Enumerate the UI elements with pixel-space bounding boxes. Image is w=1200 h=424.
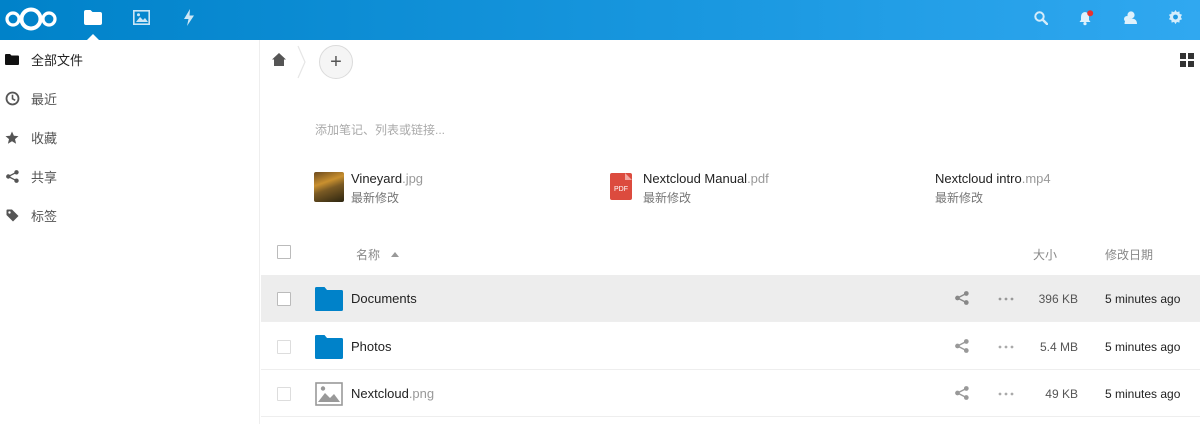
settings-menu-button[interactable]: [1155, 0, 1195, 40]
nav-item-label: 收藏: [31, 131, 58, 146]
rich-workspace-placeholder[interactable]: 添加笔记、列表或链接...: [315, 121, 445, 138]
recent-file-name: Nextcloud intro.mp4: [935, 171, 1051, 186]
activity-icon: [183, 9, 195, 31]
nav-item-tags[interactable]: 标签: [0, 196, 259, 235]
new-file-button[interactable]: +: [319, 45, 353, 79]
top-header: [0, 0, 1200, 40]
nextcloud-logo-icon[interactable]: [4, 6, 58, 32]
notifications-icon: [1078, 9, 1094, 31]
contacts-menu-button[interactable]: [1110, 0, 1150, 40]
file-size: 5.4 MB: [1039, 340, 1078, 354]
folder-icon: [315, 335, 343, 359]
select-all-checkbox[interactable]: [277, 245, 291, 259]
nav-item-favorites[interactable]: 收藏: [0, 118, 259, 157]
file-size: 49 KB: [1045, 387, 1078, 401]
recent-file-subtitle: 最新修改: [935, 191, 984, 205]
file-modified: 5 minutes ago: [1105, 340, 1181, 354]
recent-file-subtitle: 最新修改: [643, 191, 692, 205]
file-name[interactable]: Documents: [351, 291, 417, 306]
search-icon: [1034, 10, 1049, 30]
pdf-icon: PDF: [610, 173, 632, 200]
share-icon[interactable]: [955, 291, 971, 307]
nav-item-all-files[interactable]: 全部文件: [0, 40, 259, 79]
folder-icon: [315, 287, 343, 311]
table-row[interactable]: Documents 396 KB 5 minutes ago: [261, 275, 1200, 322]
share-icon[interactable]: [955, 386, 971, 402]
share-icon: [4, 169, 20, 185]
column-header-name[interactable]: 名称: [356, 246, 400, 263]
recent-file-card[interactable]: Vineyard.jpg 最新修改: [314, 168, 574, 206]
nav-item-shares[interactable]: 共享: [0, 157, 259, 196]
app-photos[interactable]: [118, 0, 164, 40]
search-button[interactable]: [1021, 0, 1061, 40]
tag-icon: [4, 208, 20, 224]
file-list-header: 名称 大小 修改日期: [261, 232, 1200, 274]
file-name[interactable]: Nextcloud.png: [351, 386, 434, 401]
app-activity[interactable]: [166, 0, 212, 40]
file-name[interactable]: Photos: [351, 339, 391, 354]
file-modified: 5 minutes ago: [1105, 292, 1181, 306]
file-size: 396 KB: [1038, 292, 1078, 306]
grid-view-toggle[interactable]: [1180, 53, 1194, 67]
breadcrumb-separator-icon: [297, 44, 307, 80]
files-controls-bar: +: [261, 40, 1200, 84]
recent-file-card[interactable]: PDF Nextcloud Manual.pdf 最新修改: [609, 168, 869, 206]
settings-gear-icon: [1168, 10, 1183, 30]
folder-icon: [4, 52, 20, 68]
files-folder-icon: [84, 10, 102, 30]
row-checkbox[interactable]: [277, 340, 291, 354]
nav-item-recent[interactable]: 最近: [0, 79, 259, 118]
recent-file-name: Vineyard.jpg: [351, 171, 424, 186]
contacts-icon: [1123, 10, 1138, 30]
column-header-modified[interactable]: 修改日期: [1105, 246, 1153, 263]
sort-ascending-icon: [391, 246, 400, 260]
more-actions-icon[interactable]: [997, 291, 1015, 307]
clock-icon: [4, 91, 20, 107]
nav-item-label: 标签: [31, 209, 58, 224]
image-file-icon: [315, 382, 343, 406]
share-icon[interactable]: [955, 339, 971, 355]
image-thumbnail-icon: [314, 172, 344, 202]
table-row[interactable]: Nextcloud.png 49 KB 5 minutes ago: [261, 370, 1200, 417]
more-actions-icon[interactable]: [997, 386, 1015, 402]
file-modified: 5 minutes ago: [1105, 387, 1181, 401]
notifications-button[interactable]: [1066, 0, 1106, 40]
table-row[interactable]: Photos 5.4 MB 5 minutes ago: [261, 323, 1200, 370]
nav-item-label: 共享: [31, 170, 58, 185]
recent-file-name: Nextcloud Manual.pdf: [643, 171, 769, 186]
more-actions-icon[interactable]: [997, 339, 1015, 355]
grid-view-icon: [1180, 53, 1194, 71]
app-navigation: 全部文件 最近 收藏 共享 标签: [0, 40, 260, 424]
photos-icon: [132, 10, 150, 30]
app-files[interactable]: [70, 0, 116, 40]
home-icon: [271, 53, 287, 71]
row-checkbox[interactable]: [277, 387, 291, 401]
nav-item-label: 全部文件: [31, 53, 84, 68]
recent-file-subtitle: 最新修改: [351, 191, 400, 205]
recent-file-card[interactable]: Nextcloud intro.mp4 最新修改: [935, 168, 1195, 206]
column-header-size[interactable]: 大小: [1033, 246, 1057, 263]
row-checkbox[interactable]: [277, 292, 291, 306]
breadcrumb-home[interactable]: [271, 52, 289, 70]
nav-item-label: 最近: [31, 92, 58, 107]
star-icon: [4, 130, 20, 146]
svg-text:PDF: PDF: [614, 186, 628, 193]
